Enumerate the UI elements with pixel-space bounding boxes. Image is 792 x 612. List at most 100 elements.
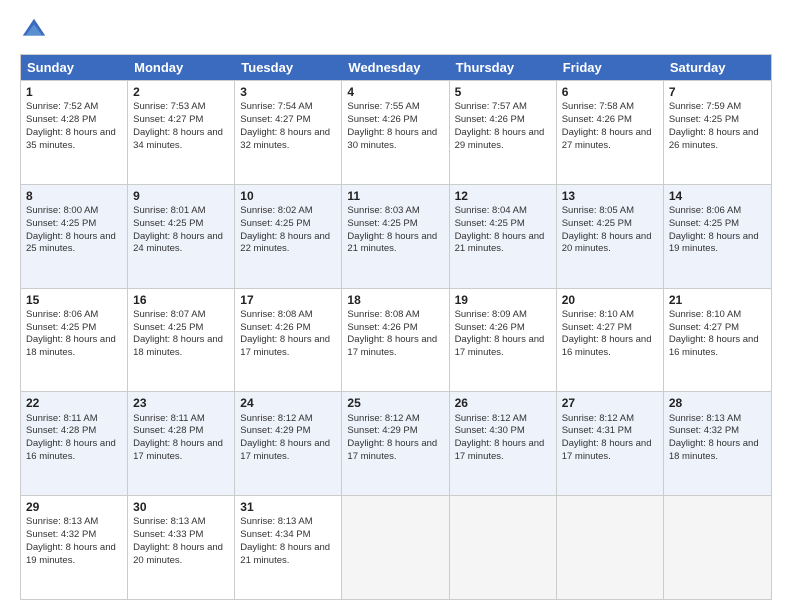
- sunrise-text: Sunrise: 7:54 AM: [240, 101, 336, 114]
- calendar-cell: 11Sunrise: 8:03 AMSunset: 4:25 PMDayligh…: [342, 185, 449, 288]
- calendar: SundayMondayTuesdayWednesdayThursdayFrid…: [20, 54, 772, 600]
- sunrise-text: Sunrise: 7:57 AM: [455, 101, 551, 114]
- sunset-text: Sunset: 4:25 PM: [455, 218, 551, 231]
- sunrise-text: Sunrise: 8:12 AM: [347, 413, 443, 426]
- calendar-cell: 4Sunrise: 7:55 AMSunset: 4:26 PMDaylight…: [342, 81, 449, 184]
- sunset-text: Sunset: 4:33 PM: [133, 529, 229, 542]
- sunset-text: Sunset: 4:27 PM: [133, 114, 229, 127]
- day-number: 19: [455, 292, 551, 308]
- day-number: 21: [669, 292, 766, 308]
- daylight-text: Daylight: 8 hours and 19 minutes.: [26, 542, 122, 568]
- sunset-text: Sunset: 4:27 PM: [562, 322, 658, 335]
- sunrise-text: Sunrise: 8:06 AM: [669, 205, 766, 218]
- sunset-text: Sunset: 4:26 PM: [455, 114, 551, 127]
- daylight-text: Daylight: 8 hours and 18 minutes.: [669, 438, 766, 464]
- calendar-cell: 18Sunrise: 8:08 AMSunset: 4:26 PMDayligh…: [342, 289, 449, 392]
- sunset-text: Sunset: 4:28 PM: [26, 425, 122, 438]
- calendar-cell: 14Sunrise: 8:06 AMSunset: 4:25 PMDayligh…: [664, 185, 771, 288]
- sunrise-text: Sunrise: 8:12 AM: [240, 413, 336, 426]
- sunset-text: Sunset: 4:25 PM: [240, 218, 336, 231]
- sunrise-text: Sunrise: 8:11 AM: [26, 413, 122, 426]
- calendar-cell: 20Sunrise: 8:10 AMSunset: 4:27 PMDayligh…: [557, 289, 664, 392]
- calendar-cell: 21Sunrise: 8:10 AMSunset: 4:27 PMDayligh…: [664, 289, 771, 392]
- sunrise-text: Sunrise: 8:12 AM: [455, 413, 551, 426]
- calendar-cell: 29Sunrise: 8:13 AMSunset: 4:32 PMDayligh…: [21, 496, 128, 599]
- daylight-text: Daylight: 8 hours and 27 minutes.: [562, 127, 658, 153]
- daylight-text: Daylight: 8 hours and 18 minutes.: [26, 334, 122, 360]
- calendar-cell: 13Sunrise: 8:05 AMSunset: 4:25 PMDayligh…: [557, 185, 664, 288]
- sunset-text: Sunset: 4:26 PM: [455, 322, 551, 335]
- sunset-text: Sunset: 4:25 PM: [562, 218, 658, 231]
- day-number: 24: [240, 395, 336, 411]
- sunset-text: Sunset: 4:25 PM: [347, 218, 443, 231]
- sunrise-text: Sunrise: 8:02 AM: [240, 205, 336, 218]
- sunrise-text: Sunrise: 8:10 AM: [669, 309, 766, 322]
- daylight-text: Daylight: 8 hours and 21 minutes.: [347, 231, 443, 257]
- daylight-text: Daylight: 8 hours and 21 minutes.: [240, 542, 336, 568]
- daylight-text: Daylight: 8 hours and 19 minutes.: [669, 231, 766, 257]
- header-day-thursday: Thursday: [450, 55, 557, 80]
- sunrise-text: Sunrise: 8:08 AM: [240, 309, 336, 322]
- page: SundayMondayTuesdayWednesdayThursdayFrid…: [0, 0, 792, 612]
- day-number: 31: [240, 499, 336, 515]
- header-day-tuesday: Tuesday: [235, 55, 342, 80]
- calendar-cell: 2Sunrise: 7:53 AMSunset: 4:27 PMDaylight…: [128, 81, 235, 184]
- calendar-header: SundayMondayTuesdayWednesdayThursdayFrid…: [21, 55, 771, 80]
- sunset-text: Sunset: 4:25 PM: [669, 114, 766, 127]
- sunrise-text: Sunrise: 8:10 AM: [562, 309, 658, 322]
- day-number: 20: [562, 292, 658, 308]
- calendar-row-4: 22Sunrise: 8:11 AMSunset: 4:28 PMDayligh…: [21, 391, 771, 495]
- daylight-text: Daylight: 8 hours and 22 minutes.: [240, 231, 336, 257]
- calendar-cell: 9Sunrise: 8:01 AMSunset: 4:25 PMDaylight…: [128, 185, 235, 288]
- sunrise-text: Sunrise: 8:00 AM: [26, 205, 122, 218]
- daylight-text: Daylight: 8 hours and 17 minutes.: [133, 438, 229, 464]
- day-number: 17: [240, 292, 336, 308]
- sunrise-text: Sunrise: 8:08 AM: [347, 309, 443, 322]
- daylight-text: Daylight: 8 hours and 17 minutes.: [455, 438, 551, 464]
- daylight-text: Daylight: 8 hours and 20 minutes.: [562, 231, 658, 257]
- day-number: 26: [455, 395, 551, 411]
- day-number: 4: [347, 84, 443, 100]
- sunrise-text: Sunrise: 8:06 AM: [26, 309, 122, 322]
- sunrise-text: Sunrise: 8:13 AM: [26, 516, 122, 529]
- calendar-body: 1Sunrise: 7:52 AMSunset: 4:28 PMDaylight…: [21, 80, 771, 599]
- sunrise-text: Sunrise: 8:01 AM: [133, 205, 229, 218]
- calendar-cell: 1Sunrise: 7:52 AMSunset: 4:28 PMDaylight…: [21, 81, 128, 184]
- sunset-text: Sunset: 4:30 PM: [455, 425, 551, 438]
- sunrise-text: Sunrise: 7:52 AM: [26, 101, 122, 114]
- sunset-text: Sunset: 4:29 PM: [347, 425, 443, 438]
- daylight-text: Daylight: 8 hours and 17 minutes.: [240, 438, 336, 464]
- calendar-cell: 7Sunrise: 7:59 AMSunset: 4:25 PMDaylight…: [664, 81, 771, 184]
- calendar-cell: 19Sunrise: 8:09 AMSunset: 4:26 PMDayligh…: [450, 289, 557, 392]
- day-number: 2: [133, 84, 229, 100]
- logo-icon: [20, 16, 48, 44]
- day-number: 14: [669, 188, 766, 204]
- sunrise-text: Sunrise: 7:58 AM: [562, 101, 658, 114]
- calendar-row-2: 8Sunrise: 8:00 AMSunset: 4:25 PMDaylight…: [21, 184, 771, 288]
- day-number: 25: [347, 395, 443, 411]
- day-number: 5: [455, 84, 551, 100]
- day-number: 22: [26, 395, 122, 411]
- sunrise-text: Sunrise: 8:07 AM: [133, 309, 229, 322]
- calendar-cell: 27Sunrise: 8:12 AMSunset: 4:31 PMDayligh…: [557, 392, 664, 495]
- sunset-text: Sunset: 4:25 PM: [669, 218, 766, 231]
- calendar-cell: 12Sunrise: 8:04 AMSunset: 4:25 PMDayligh…: [450, 185, 557, 288]
- day-number: 11: [347, 188, 443, 204]
- sunrise-text: Sunrise: 8:11 AM: [133, 413, 229, 426]
- calendar-cell: 25Sunrise: 8:12 AMSunset: 4:29 PMDayligh…: [342, 392, 449, 495]
- calendar-cell: 3Sunrise: 7:54 AMSunset: 4:27 PMDaylight…: [235, 81, 342, 184]
- sunrise-text: Sunrise: 7:55 AM: [347, 101, 443, 114]
- sunrise-text: Sunrise: 8:05 AM: [562, 205, 658, 218]
- calendar-row-5: 29Sunrise: 8:13 AMSunset: 4:32 PMDayligh…: [21, 495, 771, 599]
- sunset-text: Sunset: 4:26 PM: [347, 322, 443, 335]
- sunset-text: Sunset: 4:25 PM: [133, 218, 229, 231]
- daylight-text: Daylight: 8 hours and 17 minutes.: [562, 438, 658, 464]
- calendar-cell: 28Sunrise: 8:13 AMSunset: 4:32 PMDayligh…: [664, 392, 771, 495]
- header-day-monday: Monday: [128, 55, 235, 80]
- calendar-cell: 24Sunrise: 8:12 AMSunset: 4:29 PMDayligh…: [235, 392, 342, 495]
- sunset-text: Sunset: 4:26 PM: [562, 114, 658, 127]
- sunrise-text: Sunrise: 7:59 AM: [669, 101, 766, 114]
- sunrise-text: Sunrise: 8:13 AM: [133, 516, 229, 529]
- sunset-text: Sunset: 4:25 PM: [26, 322, 122, 335]
- sunset-text: Sunset: 4:32 PM: [26, 529, 122, 542]
